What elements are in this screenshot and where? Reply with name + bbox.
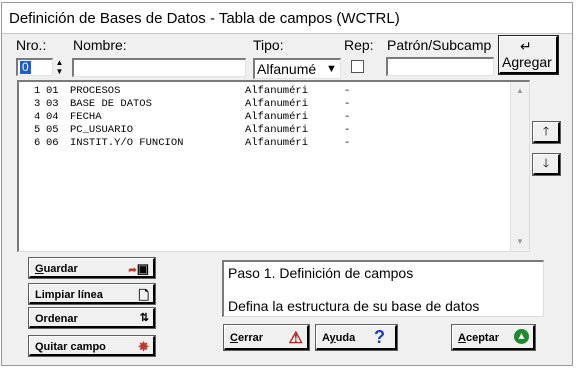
arrow-up-icon: 🡑 bbox=[542, 124, 550, 138]
spin-down-icon[interactable]: ▼ bbox=[53, 67, 66, 76]
quitar-campo-button[interactable]: Quitar campo ✸ bbox=[28, 335, 156, 357]
sort-icon: ⇅ bbox=[139, 312, 149, 324]
nro-label: Nro.: bbox=[16, 37, 47, 53]
limpiar-label: Limpiar línea bbox=[35, 289, 103, 301]
row-number: 4 bbox=[34, 111, 41, 123]
row-code: 03 bbox=[46, 98, 59, 110]
move-up-button[interactable]: 🡑 bbox=[532, 121, 561, 144]
status-line-2: Defina la estructura de su base de datos bbox=[228, 298, 480, 314]
cerrar-label-rest: errar bbox=[237, 332, 264, 344]
table-row[interactable]: 5 05 PC_USUARIO Alfanuméri - bbox=[19, 124, 509, 137]
accept-arrow-icon: ▲ bbox=[514, 329, 529, 344]
limpiar-linea-button[interactable]: Limpiar línea 🗋 bbox=[28, 283, 156, 305]
ayuda-label: Ayuda bbox=[322, 332, 356, 344]
spin-up-icon[interactable]: ▲ bbox=[53, 58, 66, 67]
nombre-label: Nombre: bbox=[73, 37, 127, 53]
ordenar-button[interactable]: Ordenar ⇅ bbox=[28, 307, 156, 329]
rep-label: Rep: bbox=[344, 37, 374, 53]
tipo-value: Alfanumé bbox=[257, 61, 317, 77]
dialog-window: Definición de Bases de Datos - Tabla de … bbox=[1, 2, 573, 366]
table-row[interactable]: 4 04 FECHA Alfanuméri - bbox=[19, 111, 509, 124]
row-pattern: - bbox=[344, 124, 351, 136]
row-number: 3 bbox=[34, 98, 41, 110]
delete-icon: ✸ bbox=[138, 339, 149, 354]
tipo-select[interactable]: Alfanumé ▼ bbox=[253, 58, 341, 79]
row-name: INSTIT.Y/O FUNCION bbox=[70, 137, 184, 149]
cerrar-label: Cerrar bbox=[230, 332, 264, 344]
help-icon: ? bbox=[374, 327, 385, 347]
row-pattern: - bbox=[344, 98, 351, 110]
title-bar[interactable]: Definición de Bases de Datos - Tabla de … bbox=[2, 3, 572, 34]
row-code: 06 bbox=[46, 137, 59, 149]
row-name: BASE DE DATOS bbox=[70, 98, 152, 110]
chevron-down-icon[interactable]: ▼ bbox=[323, 60, 340, 78]
aceptar-button[interactable]: Aceptar ▲ bbox=[451, 324, 536, 351]
table-row[interactable]: 1 01 PROCESOS Alfanuméri - bbox=[19, 85, 509, 98]
row-type: Alfanuméri bbox=[245, 124, 309, 136]
row-name: PC_USUARIO bbox=[70, 124, 134, 136]
row-code: 05 bbox=[46, 124, 59, 136]
row-pattern: - bbox=[344, 111, 351, 123]
ordenar-label: Ordenar bbox=[35, 313, 78, 325]
save-icon: ➦▣ bbox=[128, 261, 149, 276]
list-scrollbar[interactable]: ▲ ▼ bbox=[510, 82, 529, 251]
ayuda-button[interactable]: Ayuda ? bbox=[315, 324, 398, 351]
row-type: Alfanuméri bbox=[245, 85, 309, 97]
blank-page-icon: 🗋 bbox=[138, 288, 149, 303]
row-type: Alfanuméri bbox=[245, 98, 309, 110]
nro-value: 0 bbox=[20, 60, 31, 74]
nro-spinner[interactable]: ▲ ▼ bbox=[53, 58, 66, 76]
table-row[interactable]: 6 06 INSTIT.Y/O FUNCION Alfanuméri - bbox=[19, 137, 509, 150]
row-pattern: - bbox=[344, 137, 351, 149]
row-name: PROCESOS bbox=[70, 85, 121, 97]
table-row[interactable]: 3 03 BASE DE DATOS Alfanuméri - bbox=[19, 98, 509, 111]
row-number: 6 bbox=[34, 137, 41, 149]
aceptar-label-rest: ceptar bbox=[465, 332, 499, 344]
row-name: FECHA bbox=[70, 111, 102, 123]
agregar-button[interactable]: ↵ Agregar bbox=[498, 35, 559, 75]
guardar-button[interactable]: Guardar ➦▣ bbox=[28, 257, 156, 279]
row-code: 01 bbox=[46, 85, 59, 97]
return-arrow-icon: ↵ bbox=[520, 38, 532, 54]
fields-list[interactable]: 1 01 PROCESOS Alfanuméri - 3 03 BASE DE DATOS Al… bbox=[17, 80, 530, 252]
guardar-label: Guardar bbox=[35, 263, 78, 275]
row-type: Alfanuméri bbox=[245, 111, 309, 123]
patron-input[interactable] bbox=[386, 57, 494, 76]
row-number: 5 bbox=[34, 124, 41, 136]
scroll-up-icon[interactable]: ▲ bbox=[512, 83, 528, 99]
rep-checkbox[interactable] bbox=[351, 60, 364, 73]
row-code: 04 bbox=[46, 111, 59, 123]
agregar-label: Agregar bbox=[502, 54, 552, 70]
row-number: 1 bbox=[34, 85, 41, 97]
row-type: Alfanuméri bbox=[245, 137, 309, 149]
status-line-1: Paso 1. Definición de campos bbox=[228, 265, 414, 281]
aceptar-label: Aceptar bbox=[458, 332, 499, 344]
patron-label: Patrón/Subcamp bbox=[387, 37, 492, 53]
quitar-label: Quitar campo bbox=[35, 341, 106, 353]
row-pattern: - bbox=[344, 85, 351, 97]
move-down-button[interactable]: 🡓 bbox=[532, 153, 561, 176]
arrow-down-icon: 🡓 bbox=[542, 156, 550, 170]
nro-input[interactable]: 0 bbox=[16, 58, 53, 76]
window-title: Definición de Bases de Datos - Tabla de … bbox=[9, 10, 400, 27]
cerrar-button[interactable]: Cerrar ⚠ bbox=[223, 324, 310, 351]
nombre-input[interactable] bbox=[72, 58, 246, 77]
status-panel: Paso 1. Definición de campos Defina la e… bbox=[222, 260, 544, 317]
ayuda-label-rest: uda bbox=[335, 332, 356, 344]
guardar-label-rest: uardar bbox=[43, 263, 78, 275]
tipo-label: Tipo: bbox=[253, 37, 284, 53]
scroll-down-icon[interactable]: ▼ bbox=[512, 234, 528, 250]
warning-icon: ⚠ bbox=[288, 330, 303, 347]
